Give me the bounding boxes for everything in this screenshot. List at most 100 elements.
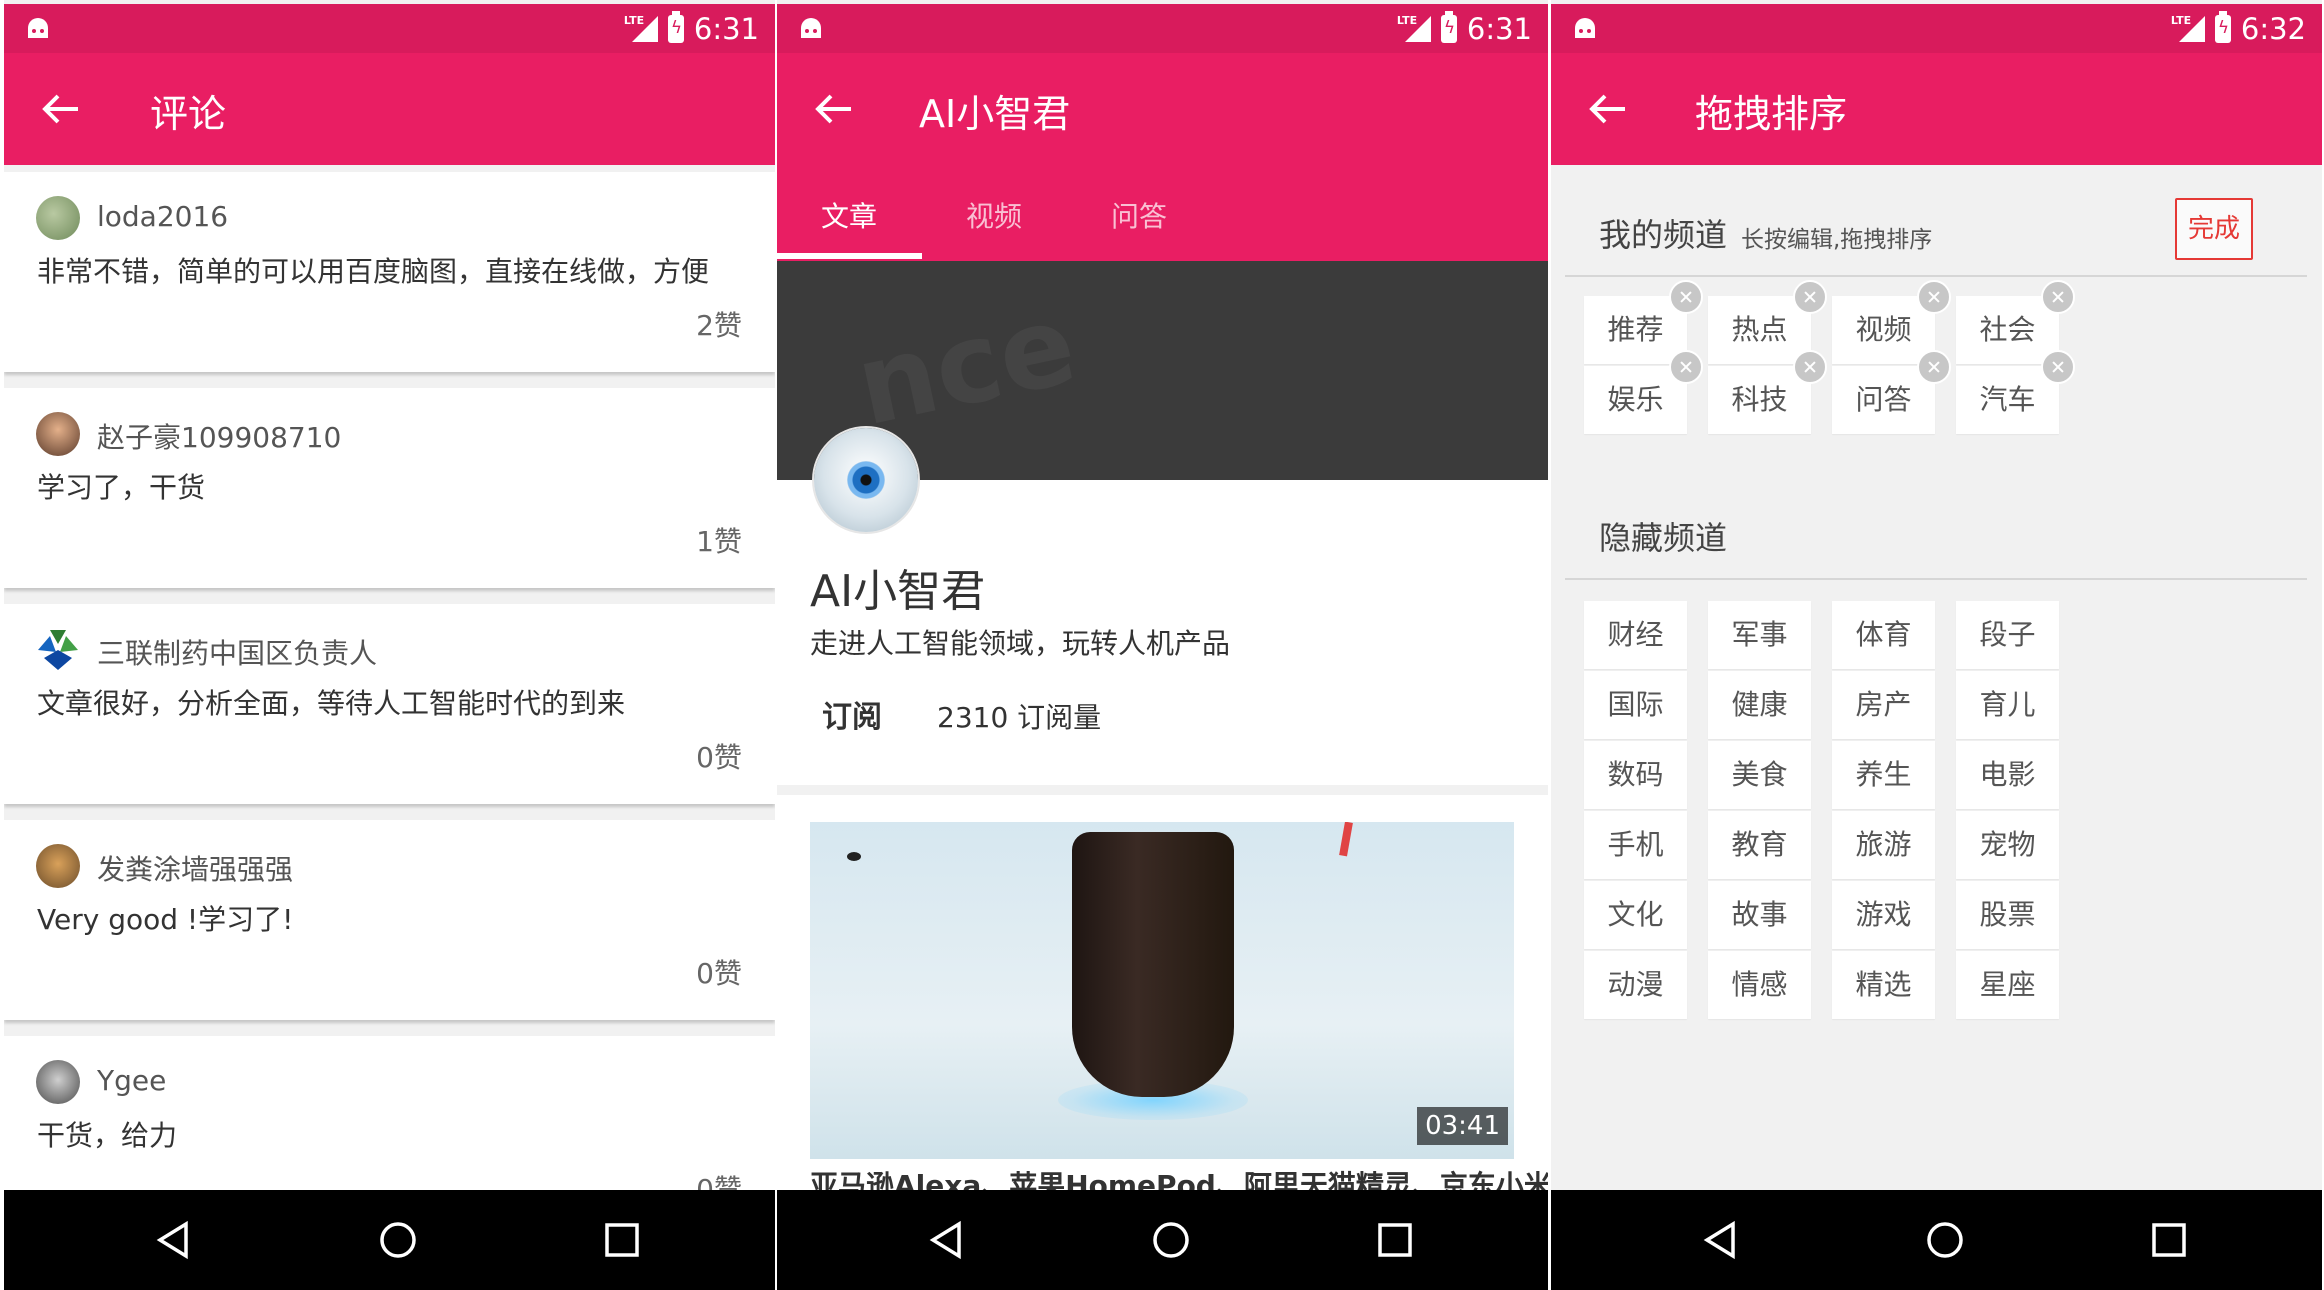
divider — [1565, 275, 2307, 277]
hidden-channel-chip[interactable]: 手机 — [1584, 811, 1687, 879]
remove-channel-icon[interactable] — [1917, 280, 1951, 314]
hidden-channel-chip[interactable]: 星座 — [1956, 951, 2059, 1019]
hidden-channel-chip[interactable]: 电影 — [1956, 741, 2059, 809]
hidden-channel-chip[interactable]: 育儿 — [1956, 671, 2059, 739]
channel-label: 视频 — [1855, 313, 1912, 346]
my-channel-chip[interactable]: 推荐 — [1584, 280, 1703, 364]
hidden-channel-chip[interactable]: 体育 — [1832, 601, 1935, 669]
nav-back-icon[interactable] — [925, 1218, 969, 1262]
tab-qa[interactable]: 问答 — [1111, 195, 1167, 235]
avatar[interactable] — [36, 1060, 80, 1104]
comment-likes[interactable]: 1赞 — [696, 520, 742, 560]
hidden-channel-chip[interactable]: 数码 — [1584, 741, 1687, 809]
hidden-channel-chip[interactable]: 旅游 — [1832, 811, 1935, 879]
nav-back-icon[interactable] — [152, 1218, 196, 1262]
remove-channel-icon[interactable] — [2041, 350, 2075, 384]
remove-channel-icon[interactable] — [1793, 350, 1827, 384]
channel-label: 问答 — [1855, 383, 1912, 416]
channel-label: 健康 — [1731, 688, 1788, 721]
hidden-channel-chip[interactable]: 文化 — [1584, 881, 1687, 949]
channel-label: 数码 — [1607, 758, 1664, 791]
nav-back-icon[interactable] — [1699, 1218, 1743, 1262]
nav-home-icon[interactable] — [376, 1218, 420, 1262]
page-title: AI小智君 — [919, 92, 1071, 136]
hidden-channel-chip[interactable]: 教育 — [1708, 811, 1811, 879]
battery-charging-icon: ϟ — [2214, 11, 2231, 43]
hidden-channel-chip[interactable]: 房产 — [1832, 671, 1935, 739]
comment-username[interactable]: Ygee — [97, 1064, 166, 1097]
tab-videos[interactable]: 视频 — [966, 195, 1022, 235]
profile-avatar[interactable] — [814, 428, 918, 532]
hidden-channel-chip[interactable]: 情感 — [1708, 951, 1811, 1019]
nav-recent-apps-icon[interactable] — [2147, 1218, 2191, 1262]
hidden-channel-chip[interactable]: 军事 — [1708, 601, 1811, 669]
remove-channel-icon[interactable] — [1669, 350, 1703, 384]
channel-label: 汽车 — [1979, 383, 2036, 416]
hidden-channel-chip[interactable]: 养生 — [1832, 741, 1935, 809]
avatar[interactable] — [36, 196, 80, 240]
app-bar: 评论 — [4, 53, 775, 165]
comment-item[interactable]: 发粪涂墙强强强 Very good !学习了! 0赞 — [4, 820, 775, 1020]
channel-label: 电影 — [1979, 758, 2036, 791]
done-button[interactable]: 完成 — [2175, 198, 2253, 260]
nav-home-icon[interactable] — [1923, 1218, 1967, 1262]
nav-recent-apps-icon[interactable] — [600, 1218, 644, 1262]
eye-logo-icon — [847, 461, 885, 499]
subscribe-button[interactable]: 订阅 — [822, 692, 882, 736]
remove-channel-icon[interactable] — [1917, 350, 1951, 384]
channel-label: 社会 — [1979, 313, 2036, 346]
comment-item[interactable]: 赵子豪109908710 学习了，干货 1赞 — [4, 388, 775, 588]
profile-name: AI小智君 — [810, 566, 986, 617]
my-channel-chip[interactable]: 视频 — [1832, 280, 1951, 364]
lte-signal-icon: LTE — [1397, 14, 1431, 44]
hidden-channel-chip[interactable]: 段子 — [1956, 601, 2059, 669]
my-channel-chip[interactable]: 科技 — [1708, 350, 1827, 434]
avatar[interactable] — [36, 412, 80, 456]
my-channel-chip[interactable]: 社会 — [1956, 280, 2075, 364]
avatar[interactable] — [36, 628, 80, 672]
comment-likes[interactable]: 0赞 — [696, 952, 742, 992]
remove-channel-icon[interactable] — [1793, 280, 1827, 314]
channel-label: 教育 — [1731, 828, 1788, 861]
my-channel-chip[interactable]: 热点 — [1708, 280, 1827, 364]
channel-label: 段子 — [1979, 618, 2036, 651]
comment-item[interactable]: 三联制药中国区负责人 文章很好，分析全面，等待人工智能时代的到来 0赞 — [4, 604, 775, 804]
lte-signal-icon: LTE — [624, 14, 658, 44]
back-arrow-icon[interactable] — [813, 91, 853, 127]
remove-channel-icon[interactable] — [1669, 280, 1703, 314]
my-channel-chip[interactable]: 汽车 — [1956, 350, 2075, 434]
hidden-channel-chip[interactable]: 健康 — [1708, 671, 1811, 739]
channel-label: 股票 — [1979, 898, 2036, 931]
back-arrow-icon[interactable] — [1587, 91, 1627, 127]
comment-text: Very good !学习了! — [37, 903, 294, 936]
comment-likes[interactable]: 0赞 — [696, 736, 742, 776]
tab-indicator — [777, 253, 922, 259]
channel-label: 故事 — [1731, 898, 1788, 931]
comment-username[interactable]: 发粪涂墙强强强 — [97, 848, 293, 888]
avatar[interactable] — [36, 844, 80, 888]
hidden-channel-chip[interactable]: 动漫 — [1584, 951, 1687, 1019]
comment-item[interactable]: loda2016 非常不错，简单的可以用百度脑图，直接在线做，方便 2赞 — [4, 172, 775, 372]
my-channel-chip[interactable]: 问答 — [1832, 350, 1951, 434]
nav-recent-apps-icon[interactable] — [1373, 1218, 1417, 1262]
back-arrow-icon[interactable] — [40, 91, 80, 127]
remove-channel-icon[interactable] — [2041, 280, 2075, 314]
comment-username[interactable]: 赵子豪109908710 — [97, 416, 341, 456]
hidden-channel-chip[interactable]: 美食 — [1708, 741, 1811, 809]
comment-username[interactable]: 三联制药中国区负责人 — [97, 632, 377, 672]
comment-username[interactable]: loda2016 — [97, 200, 228, 233]
my-channel-chip[interactable]: 娱乐 — [1584, 350, 1703, 434]
channel-label: 科技 — [1731, 383, 1788, 416]
video-thumbnail[interactable]: 03:41 — [810, 822, 1514, 1159]
hidden-channel-chip[interactable]: 财经 — [1584, 601, 1687, 669]
hidden-channel-chip[interactable]: 精选 — [1832, 951, 1935, 1019]
hidden-channel-chip[interactable]: 国际 — [1584, 671, 1687, 739]
app-bar: AI小智君 — [777, 53, 1548, 165]
hidden-channel-chip[interactable]: 故事 — [1708, 881, 1811, 949]
hidden-channel-chip[interactable]: 宠物 — [1956, 811, 2059, 879]
hidden-channel-chip[interactable]: 游戏 — [1832, 881, 1935, 949]
nav-home-icon[interactable] — [1149, 1218, 1193, 1262]
tab-articles[interactable]: 文章 — [821, 195, 877, 235]
comment-likes[interactable]: 2赞 — [696, 304, 742, 344]
hidden-channel-chip[interactable]: 股票 — [1956, 881, 2059, 949]
